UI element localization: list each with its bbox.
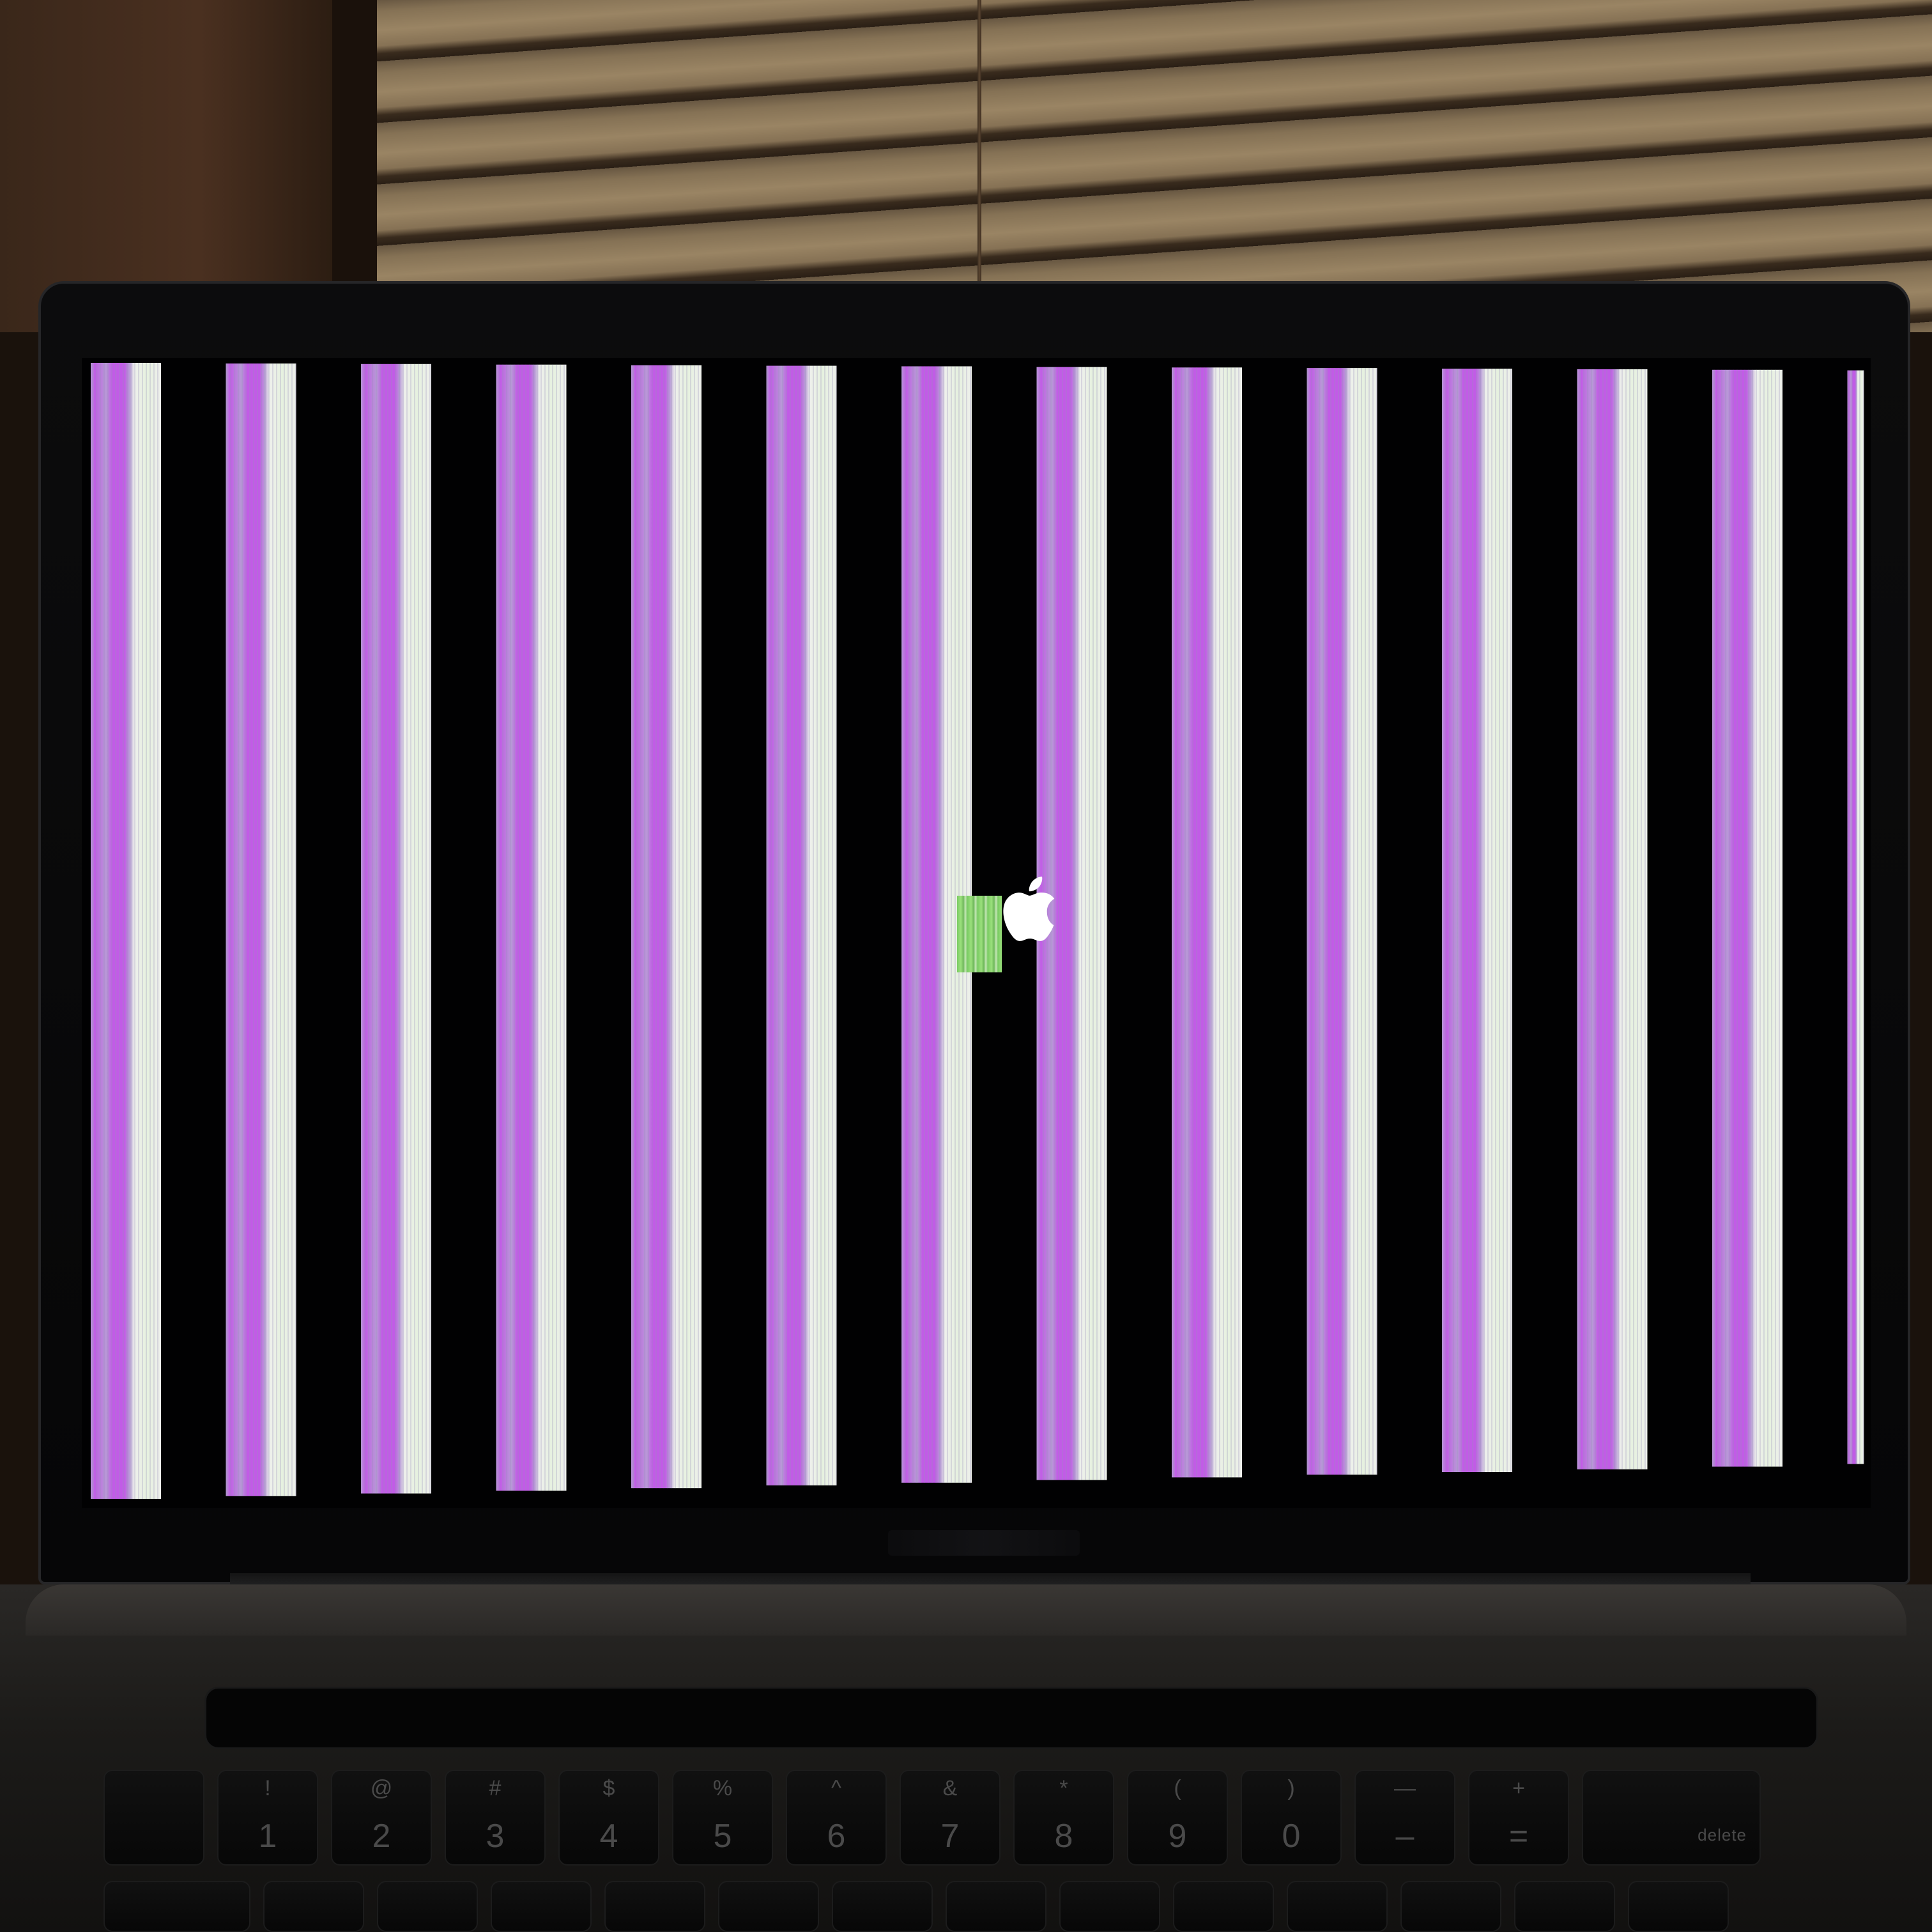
number-key-6[interactable]: ^ 6 — [786, 1770, 887, 1866]
logo-glitch-artifact — [957, 896, 1002, 972]
key-legend: 2 — [372, 1818, 391, 1855]
letter-key[interactable] — [1173, 1881, 1274, 1932]
number-key-0[interactable]: ) 0 — [1241, 1770, 1342, 1866]
letter-key[interactable] — [1287, 1881, 1388, 1932]
number-key-8[interactable]: * 8 — [1013, 1770, 1114, 1866]
key-legend: – — [1395, 1818, 1414, 1855]
number-key-–[interactable]: — – — [1354, 1770, 1455, 1866]
key-shift-legend: % — [712, 1776, 733, 1800]
apple-logo-icon — [1003, 877, 1055, 941]
bezel-model-label — [888, 1530, 1080, 1556]
key-legend: 8 — [1054, 1818, 1073, 1855]
letter-key[interactable] — [263, 1881, 364, 1932]
letter-key[interactable] — [1400, 1881, 1501, 1932]
laptop-base — [0, 1584, 1932, 1932]
laptop-base-edge — [26, 1584, 1906, 1636]
key-shift-legend: — — [1394, 1776, 1416, 1800]
number-key-2[interactable]: @2 — [331, 1770, 432, 1866]
key-legend: 6 — [827, 1818, 846, 1855]
delete-key-label: delete — [1698, 1825, 1747, 1844]
key-legend: 1 — [258, 1818, 277, 1855]
key-shift-legend: @ — [370, 1776, 393, 1800]
key-shift-legend: * — [1059, 1776, 1068, 1800]
number-key-3[interactable]: #3 — [445, 1770, 546, 1866]
key-legend: 0 — [1282, 1818, 1301, 1855]
letter-key[interactable] — [946, 1881, 1046, 1932]
key-legend: 3 — [486, 1818, 505, 1855]
delete-key[interactable]: delete — [1582, 1770, 1761, 1866]
tilde-key[interactable] — [103, 1770, 204, 1866]
key-shift-legend: # — [489, 1776, 502, 1800]
photo-scene: ! 1 @2 #3 $4% 5 ^ 6 & 7 * 8(9) 0— – + = delete — [0, 0, 1932, 1932]
key-legend: 9 — [1168, 1818, 1187, 1855]
letter-key[interactable] — [103, 1881, 250, 1932]
letter-key[interactable] — [1628, 1881, 1729, 1932]
letter-key[interactable] — [1514, 1881, 1615, 1932]
number-key-=[interactable]: + = — [1468, 1770, 1569, 1866]
letter-key[interactable] — [604, 1881, 705, 1932]
number-key-1[interactable]: ! 1 — [217, 1770, 318, 1866]
letter-key[interactable] — [1059, 1881, 1160, 1932]
letter-key[interactable] — [832, 1881, 933, 1932]
key-shift-legend: ) — [1287, 1776, 1295, 1800]
key-legend: 5 — [713, 1818, 732, 1855]
key-shift-legend: $ — [602, 1776, 615, 1800]
number-key-5[interactable]: % 5 — [672, 1770, 773, 1866]
blind-cord — [977, 0, 981, 281]
key-shift-legend: & — [942, 1776, 958, 1800]
letter-key[interactable] — [377, 1881, 478, 1932]
letter-key[interactable] — [491, 1881, 592, 1932]
touch-bar[interactable] — [204, 1687, 1818, 1749]
key-shift-legend: ( — [1174, 1776, 1181, 1800]
key-shift-legend: ^ — [831, 1776, 841, 1800]
letter-key[interactable] — [718, 1881, 819, 1932]
key-legend: 4 — [599, 1818, 618, 1855]
key-legend: 7 — [940, 1818, 960, 1855]
key-shift-legend: + — [1512, 1776, 1525, 1800]
key-shift-legend: ! — [264, 1776, 271, 1800]
number-key-4[interactable]: $4 — [558, 1770, 659, 1866]
number-key-7[interactable]: & 7 — [900, 1770, 1000, 1866]
key-legend: = — [1508, 1818, 1529, 1855]
number-key-9[interactable]: (9 — [1127, 1770, 1228, 1866]
